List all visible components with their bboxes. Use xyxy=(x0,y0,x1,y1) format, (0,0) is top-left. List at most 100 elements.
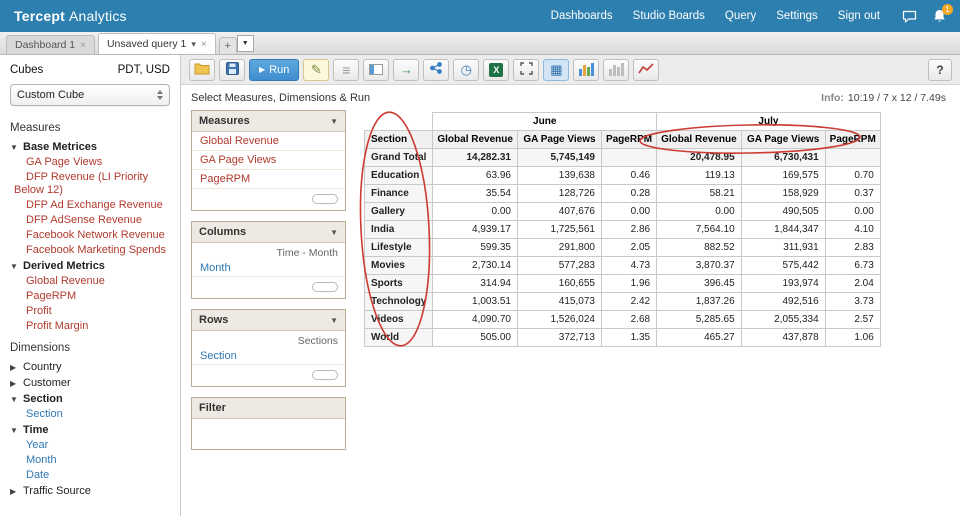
pivot-table: June July Section Global Revenue GA Page Vie… xyxy=(363,112,881,347)
history-button[interactable]: ◷ xyxy=(453,58,480,81)
measure-item-global-revenue[interactable]: Global Revenue xyxy=(192,132,345,151)
tree-group-label: Section xyxy=(23,393,63,405)
table-cell: 415,073 xyxy=(516,292,602,311)
nav-item-query[interactable]: Query xyxy=(725,10,756,22)
column-layout-button[interactable] xyxy=(363,58,390,81)
tree-item-ga-page-views[interactable]: GA Page Views xyxy=(10,155,180,170)
close-icon[interactable]: × xyxy=(80,40,86,51)
excel-export-button[interactable]: X xyxy=(483,58,510,81)
tree-group-label: Derived Metrics xyxy=(23,260,105,272)
tab-dashboard-1[interactable]: Dashboard 1 × xyxy=(6,35,95,54)
app-logo[interactable]: Tercept Analytics xyxy=(14,8,127,24)
table-cell: 14,282.31 xyxy=(432,148,518,167)
tree-group-label: Traffic Source xyxy=(23,485,91,497)
rows-drop-target[interactable] xyxy=(312,370,338,380)
table-cell: 58.21 xyxy=(656,184,742,203)
tree-item-pagerpm[interactable]: PageRPM xyxy=(10,289,180,304)
measure-item-pagerpm[interactable]: PageRPM xyxy=(192,170,345,189)
tree-group-time[interactable]: ▼ Time xyxy=(10,422,180,438)
query-panels: Measures ▼ Global Revenue GA Page Views Pa… xyxy=(191,110,346,450)
table-cell: 465.27 xyxy=(656,328,742,347)
table-cell: 1.06 xyxy=(824,328,881,347)
columns-drop-target[interactable] xyxy=(312,282,338,292)
tree-item-dfp-adsense-revenue[interactable]: DFP AdSense Revenue xyxy=(10,213,180,228)
save-button[interactable] xyxy=(219,58,245,81)
nav-item-dashboards[interactable]: Dashboards xyxy=(551,10,613,22)
row-label: Technology xyxy=(363,292,434,311)
filter-drop-area[interactable] xyxy=(192,419,345,449)
measures-section-label: Measures xyxy=(10,122,61,134)
tree-item-year[interactable]: Year xyxy=(10,438,180,453)
edit-query-button[interactable]: ✎ xyxy=(303,58,330,81)
table-cell: 0.00 xyxy=(824,202,881,221)
table-row: Videos 4,090.70 1,526,024 2.68 5,285.65 2,055… xyxy=(363,310,881,329)
tab-overflow-dropdown[interactable]: ▼ xyxy=(236,35,254,52)
table-cell: 1,725,561 xyxy=(516,220,602,239)
nav-item-settings[interactable]: Settings xyxy=(776,10,818,22)
nav-item-studio-boards[interactable]: Studio Boards xyxy=(633,10,705,22)
query-info: Info: 10:19 / 7 x 12 / 7.49s xyxy=(821,92,946,104)
notifications-bell-icon[interactable]: 1 xyxy=(933,4,953,23)
tree-item-month[interactable]: Month xyxy=(10,453,180,468)
tree-group-country[interactable]: ▶ Country xyxy=(10,359,180,375)
table-row: Finance 35.54 128,726 0.28 58.21 158,929 0.37 xyxy=(363,184,881,203)
play-icon: ▶ xyxy=(259,65,266,74)
hint-row: Select Measures, Dimensions & Run Info: 1… xyxy=(181,85,960,108)
tree-group-label: Time xyxy=(23,424,49,436)
row-layout-button[interactable]: ≡ xyxy=(333,58,360,81)
table-cell: 2,730.14 xyxy=(432,256,518,275)
rows-item-section[interactable]: Section xyxy=(192,347,345,365)
tree-item-section[interactable]: Section xyxy=(10,407,180,422)
table-cell: 2.83 xyxy=(824,238,881,257)
open-folder-button[interactable] xyxy=(189,58,215,81)
metric-header-june-pagerpm: PageRPM xyxy=(600,130,658,149)
fullscreen-icon xyxy=(520,61,533,78)
table-cell: 0.46 xyxy=(600,166,658,185)
tree-group-section[interactable]: ▼ Section xyxy=(10,391,180,407)
fullscreen-button[interactable] xyxy=(513,58,540,81)
collapse-icon[interactable]: ▼ xyxy=(330,117,338,126)
chat-icon[interactable] xyxy=(902,10,917,23)
bar-chart-button[interactable] xyxy=(573,58,600,81)
tab-unsaved-query-1[interactable]: Unsaved query 1 ▾ × xyxy=(97,33,216,54)
measure-item-ga-page-views[interactable]: GA Page Views xyxy=(192,151,345,170)
filter-panel: Filter xyxy=(191,397,346,450)
tree-item-profit[interactable]: Profit xyxy=(10,304,180,319)
measures-drop-target[interactable] xyxy=(312,194,338,204)
tree-group-label: Country xyxy=(23,361,62,373)
tree-item-dfp-revenue-li-priority-below-12[interactable]: DFP Revenue (LI Priority Below 12) xyxy=(10,170,180,198)
caret-down-icon[interactable]: ▾ xyxy=(191,39,196,50)
run-button[interactable]: ▶ Run xyxy=(249,58,300,81)
tree-group-customer[interactable]: ▶ Customer xyxy=(10,375,180,391)
table-cell: 437,878 xyxy=(740,328,826,347)
cube-select[interactable]: Custom Cube xyxy=(10,84,170,106)
export-button[interactable]: → xyxy=(393,58,420,81)
tree-item-facebook-marketing-spends[interactable]: Facebook Marketing Spends xyxy=(10,243,180,258)
collapse-icon[interactable]: ▼ xyxy=(330,316,338,325)
new-tab-button[interactable]: + xyxy=(218,37,237,54)
tree-item-date[interactable]: Date xyxy=(10,468,180,483)
topbar: Tercept Analytics Dashboards Studio Boards… xyxy=(0,0,960,32)
grid-view-button[interactable]: ▦ xyxy=(543,58,570,81)
help-button[interactable]: ? xyxy=(928,58,952,81)
query-hint: Select Measures, Dimensions & Run xyxy=(191,92,371,104)
collapse-icon[interactable]: ▼ xyxy=(330,228,338,237)
columns-item-month[interactable]: Month xyxy=(192,259,345,277)
table-cell: 577,283 xyxy=(516,256,602,275)
line-chart-button[interactable] xyxy=(633,58,660,81)
toolbar: ▶ Run ✎ ≡ → ◷ X ▦ ? xyxy=(181,55,960,85)
table-row: Gallery 0.00 407,676 0.00 0.00 490,505 0.00 xyxy=(363,202,881,221)
histogram-button[interactable] xyxy=(603,58,630,81)
tree-item-profit-margin[interactable]: Profit Margin xyxy=(10,319,180,334)
table-cell: 396.45 xyxy=(656,274,742,293)
tree-group-derived-metrics[interactable]: ▼ Derived Metrics xyxy=(10,258,180,274)
tree-item-global-revenue[interactable]: Global Revenue xyxy=(10,274,180,289)
close-icon[interactable]: × xyxy=(201,39,207,50)
nav-item-sign-out[interactable]: Sign out xyxy=(838,10,880,22)
table-group-row: June July xyxy=(365,112,881,131)
tree-group-base-metrices[interactable]: ▼ Base Metrices xyxy=(10,139,180,155)
tree-item-dfp-ad-exchange-revenue[interactable]: DFP Ad Exchange Revenue xyxy=(10,198,180,213)
share-button[interactable] xyxy=(423,58,450,81)
tree-item-facebook-network-revenue[interactable]: Facebook Network Revenue xyxy=(10,228,180,243)
tree-group-traffic-source[interactable]: ▶ Traffic Source xyxy=(10,483,180,499)
